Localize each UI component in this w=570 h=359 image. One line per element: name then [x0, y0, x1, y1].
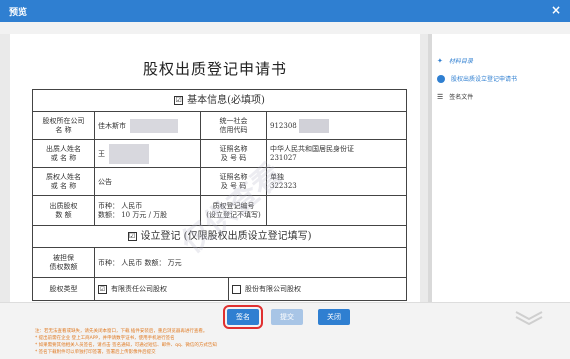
- equity-type-option-1: ☑ 有限责任公司股权: [95, 278, 229, 300]
- note-line: * 如果需要其他相关人员签名，请点击 签名通知，可通过短信、邮件、qq、微信的方…: [35, 343, 217, 348]
- checkbox-icon: ☑: [174, 96, 184, 105]
- close-button[interactable]: 关闭: [318, 309, 350, 325]
- scrollbar[interactable]: [428, 34, 432, 302]
- guarantee-label: 被担保 债权数额: [33, 248, 95, 277]
- table-row: 股权所在公司 名 称 佳木斯市 统一社会 信用代码 912308: [33, 112, 406, 140]
- document-viewer[interactable]: 股权出质登记申请书 ☑ 基本信息(必填项) 股权所在公司 名 称 佳木斯市 统一社…: [0, 34, 428, 302]
- redacted-block: [130, 118, 178, 133]
- window-titlebar: 预览 ×: [0, 0, 570, 22]
- window-title: 预览: [9, 8, 28, 18]
- pledgor-id-value: 中华人民共和国居民身份证 231027: [270, 144, 354, 162]
- section-setup-registration: ☑ 设立登记 (仅限股权出质设立登记填写): [33, 226, 406, 248]
- amount-currency: 币种： 人民币: [98, 201, 143, 210]
- equity-company-label: 股权所在公司 名 称: [33, 112, 95, 139]
- folder-icon: ✦: [437, 56, 443, 65]
- pledgor-name-text: 王: [98, 149, 105, 158]
- note-line: * 签名下载附件可以单独打印签署，签署后上传影像件后提交: [35, 350, 156, 355]
- sidebar-item-sign-file[interactable]: ☰ 签名文件: [437, 92, 474, 102]
- table-row: 被担保 债权数额 币种： 人民币 数额： 万元: [33, 248, 406, 278]
- sidebar-item-label: 股权出质设立登记申请书: [451, 76, 518, 83]
- chevron-down-icon[interactable]: [514, 309, 544, 325]
- credit-code-text: 912308: [270, 121, 297, 130]
- redacted-block: [109, 143, 149, 164]
- toolbar-gap: [0, 22, 570, 34]
- table-row: 出质股权 数 额 币种： 人民币 数额： 10 万元 / 万股 质权登记编号 (…: [33, 196, 406, 226]
- document-page: 股权出质登记申请书 ☑ 基本信息(必填项) 股权所在公司 名 称 佳木斯市 统一社…: [10, 34, 420, 302]
- credit-code-label: 统一社会 信用代码: [201, 112, 267, 139]
- table-row: 出质人姓名 或 名 称 王 证照名称 及 号 码 中华人民共和国居民身份证 23…: [33, 140, 406, 168]
- note-line: * 提出前需在企业 登上工商APP，并申请数字证书，使用手机进行签名: [35, 336, 175, 341]
- pledgor-name-label: 出质人姓名 或 名 称: [33, 140, 95, 167]
- equity-type-label: 股权类型: [33, 278, 95, 300]
- reg-no-value: [267, 196, 406, 225]
- close-icon[interactable]: ×: [551, 3, 561, 17]
- equity-type-option-2: 股份有限公司股权: [229, 278, 406, 300]
- amount-value: 币种： 人民币 数额： 10 万元 / 万股: [95, 196, 201, 225]
- action-bar: 签名 提交 关闭 注：若无法查看或缺失，请先关闭本窗口，下载 插件安装后，重启浏…: [0, 302, 570, 359]
- sidebar-item-label: 签名文件: [449, 94, 474, 101]
- application-form: ☑ 基本信息(必填项) 股权所在公司 名 称 佳木斯市 统一社会 信用代码 912…: [32, 89, 407, 301]
- section-title: 基本信息(必填项): [187, 95, 265, 106]
- pledgee-id-label: 证照名称 及 号 码: [201, 168, 267, 195]
- amount-number: 数额： 10 万元 / 万股: [98, 210, 168, 219]
- pledgor-name-value: 王: [95, 140, 201, 167]
- menu-icon: ☰: [437, 92, 444, 101]
- reg-no-label: 质权登记编号 (设立登记不填写): [201, 196, 267, 225]
- amount-label: 出质股权 数 额: [33, 196, 95, 225]
- credit-code-value: 912308: [267, 112, 406, 139]
- materials-sidebar: ✦ 材料目录 股权出质设立登记申请书 ☰ 签名文件: [428, 34, 570, 302]
- equity-company-value: 佳木斯市: [95, 112, 201, 139]
- checkbox-icon: [232, 284, 241, 294]
- submit-button[interactable]: 提交: [271, 309, 303, 325]
- materials-heading-label: 材料目录: [448, 58, 473, 65]
- sign-button[interactable]: 签名: [223, 305, 263, 329]
- equity-company-text: 佳木斯市: [98, 121, 126, 130]
- document-title: 股权出质登记申请书: [142, 60, 287, 78]
- notes: 注：若无法查看或缺失，请先关闭本窗口，下载 插件安装后，重启浏览器再进行查看。 …: [35, 328, 217, 356]
- section-title: 设立登记 (仅限股权出质设立登记填写): [140, 231, 312, 242]
- pledgee-name-label: 质权人姓名 或 名 称: [33, 168, 95, 195]
- checkbox-icon: ☑: [98, 284, 107, 294]
- table-row: 股权类型 ☑ 有限责任公司股权 股份有限公司股权: [33, 278, 406, 300]
- info-icon: [437, 74, 445, 83]
- section-basic-info: ☑ 基本信息(必填项): [33, 90, 406, 112]
- pledgee-id-value: 单独 322323: [270, 172, 297, 190]
- option-label: 有限责任公司股权: [111, 285, 167, 293]
- checkbox-icon: ☑: [127, 232, 137, 241]
- option-label: 股份有限公司股权: [245, 285, 301, 293]
- note-line: 注：若无法查看或缺失，请先关闭本窗口，下载 插件安装后，重启浏览器再进行查看。: [35, 329, 208, 334]
- guarantee-value: 币种： 人民币 数额： 万元: [98, 258, 182, 267]
- materials-heading: ✦ 材料目录: [437, 56, 473, 66]
- pledgor-id-label: 证照名称 及 号 码: [201, 140, 267, 167]
- pledgee-name-value: 公告: [95, 168, 201, 195]
- sidebar-item-application[interactable]: 股权出质设立登记申请书: [437, 74, 517, 83]
- table-row: 质权人姓名 或 名 称 公告 证照名称 及 号 码 单独 322323: [33, 168, 406, 196]
- redacted-block: [298, 118, 329, 133]
